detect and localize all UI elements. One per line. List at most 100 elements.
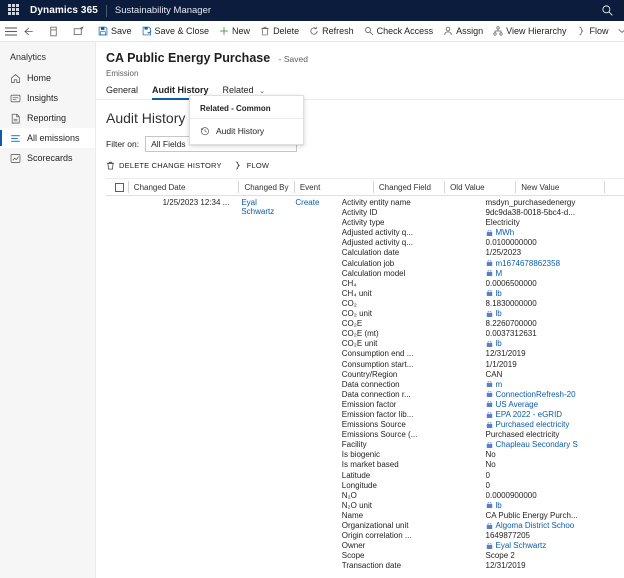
tab-general[interactable]: General [106, 85, 138, 99]
checkbox-glyph [115, 182, 125, 192]
new-value-value[interactable]: Algoma District Schoo [486, 521, 624, 531]
column-header-old-value[interactable]: Old Value [444, 178, 515, 196]
chevron-down-icon: ⌄ [259, 88, 265, 95]
new-value-value[interactable]: Purchased electricity [486, 420, 624, 430]
entity-name-label: Emission [106, 69, 139, 78]
reporting-icon [10, 113, 21, 124]
sidebar-item-home[interactable]: Home [0, 68, 95, 88]
column-label: New Value [521, 182, 560, 192]
select-all-checkbox[interactable] [106, 178, 128, 196]
filter-row: Filter on: All Fields [106, 136, 624, 152]
sidebar-item-label: Scorecards [27, 153, 73, 163]
refresh-button[interactable]: Refresh [304, 21, 359, 42]
new-value-value[interactable]: US Average [486, 400, 624, 410]
sidebar-item-all-emissions[interactable]: All emissions [0, 128, 95, 148]
audit-actions: DELETE CHANGE HISTORY FLOW [106, 161, 624, 170]
new-value-value[interactable]: m1674678862358 [486, 259, 624, 269]
page-title: CA Public Energy Purchase [106, 51, 271, 65]
new-value-text: CA Public Energy Purch... [485, 510, 578, 520]
save-and-close-label: Save & Close [154, 26, 210, 36]
save-button[interactable]: Save [93, 21, 137, 42]
new-value-value[interactable]: M [486, 269, 624, 279]
new-value-value[interactable]: lb [486, 339, 624, 349]
record-lookup-icon [486, 260, 493, 267]
chevron-down-icon[interactable] [618, 28, 624, 34]
new-value-text: MWh [495, 228, 515, 238]
new-value-value[interactable]: EPA 2022 - eGRID [486, 410, 624, 420]
check-access-button[interactable]: Check Access [359, 21, 439, 42]
tab-related-label: Related [222, 85, 254, 95]
changed-field-value: Emission factor lib... [341, 409, 414, 419]
hamburger-menu-icon[interactable] [4, 26, 18, 37]
new-value-value[interactable]: lb [486, 501, 624, 511]
changed-field-value: CH₄ unit [341, 288, 372, 298]
record-lookup-icon [486, 340, 493, 348]
changed-field-value: N₂O [341, 490, 357, 500]
flyout-item-label: Audit History [216, 126, 265, 136]
new-value-value: 0 [486, 481, 624, 491]
column-header-changed-date[interactable]: Changed Date [127, 178, 239, 196]
table-row[interactable]: 1/25/2023 12:34 ... Eyal Schwartz Create… [106, 196, 624, 571]
column-header-changed-field[interactable]: Changed Field [372, 178, 444, 196]
cell-changed-by[interactable]: Eyal Schwartz [235, 196, 289, 571]
column-header-changed-by[interactable]: Changed By [238, 178, 293, 196]
flow-button[interactable]: Flow [572, 21, 624, 42]
cell-new-value-list: msdyn_purchasedenergy 9dc9da38-0018-5bc4-… [480, 196, 624, 571]
assign-button[interactable]: Assign [438, 21, 488, 42]
new-button[interactable]: New [214, 21, 255, 42]
record-lookup-icon [486, 270, 493, 277]
new-value-text: 12/31/2019 [485, 561, 526, 571]
new-value-text: Scope 2 [485, 551, 515, 561]
cell-event[interactable]: Create [289, 196, 335, 571]
search-icon[interactable] [601, 4, 614, 17]
changed-field-value: Latitude [341, 470, 371, 480]
sidebar-item-label: All emissions [27, 133, 80, 143]
brand-label[interactable]: Dynamics 365 [30, 5, 98, 16]
delete-change-history-button[interactable]: DELETE CHANGE HISTORY [106, 161, 222, 170]
scorecard-chart-icon [10, 153, 21, 164]
app-name-label[interactable]: Sustainability Manager [115, 5, 211, 16]
new-value-value[interactable]: ConnectionRefresh-20 [486, 390, 624, 400]
new-value-text: No [485, 460, 496, 470]
new-value-text: 0.0000900000 [485, 490, 537, 500]
changed-field-value: Activity entity name [341, 198, 411, 207]
changed-field-value: CO₂E (mt) [341, 329, 379, 339]
back-button[interactable] [18, 21, 39, 42]
new-value-text: CAN [485, 369, 503, 379]
column-header-new-value[interactable]: New Value [515, 178, 604, 196]
new-value-value[interactable]: lb [486, 289, 624, 299]
new-value-text: m [495, 379, 503, 389]
new-value-value[interactable]: m [486, 380, 624, 390]
refresh-label: Refresh [322, 26, 354, 36]
sidebar-item-scorecards[interactable]: Scorecards [0, 148, 95, 168]
new-value-text: 0.0006500000 [485, 278, 537, 288]
new-value-value[interactable]: MWh [486, 228, 624, 238]
sidebar-item-reporting[interactable]: Reporting [0, 108, 95, 128]
app-launcher-icon[interactable] [8, 3, 22, 18]
new-value-value: 8.2260700000 [486, 319, 624, 329]
view-hierarchy-button[interactable]: View Hierarchy [488, 21, 571, 42]
tab-audit-history-label: Audit History [152, 85, 209, 95]
pop-out-button[interactable] [68, 21, 89, 42]
list-icon [10, 133, 21, 144]
sidebar-item-insights[interactable]: Insights [0, 88, 95, 108]
audit-history-title: Audit History [106, 110, 186, 126]
top-navigation-bar: Dynamics 365 Sustainability Manager [0, 0, 624, 21]
flyout-item-audit-history[interactable]: Audit History [190, 122, 303, 140]
delete-button[interactable]: Delete [255, 21, 304, 42]
column-label: Changed By [244, 182, 289, 192]
new-value-value[interactable]: Eyal Schwartz [486, 541, 624, 551]
new-value-value: 12/31/2019 [486, 349, 624, 359]
flow-action-button[interactable]: FLOW [234, 161, 269, 170]
changed-field-value: Activity type [341, 218, 385, 228]
record-header: CA Public Energy Purchase - Saved Emissi… [96, 42, 624, 78]
column-header-event[interactable]: Event [293, 178, 373, 196]
save-and-close-button[interactable]: Save & Close [137, 21, 215, 42]
new-value-text: 8.2260700000 [485, 319, 537, 329]
cell-changed-field-list: Activity entity name Activity ID Activity … [336, 196, 474, 571]
form-selector-button[interactable] [43, 21, 64, 42]
topbar-actions [601, 4, 618, 17]
new-value-value[interactable]: Chapleau Secondary S [486, 440, 624, 450]
filter-label: Filter on: [106, 139, 140, 149]
new-value-value[interactable]: lb [486, 309, 624, 319]
